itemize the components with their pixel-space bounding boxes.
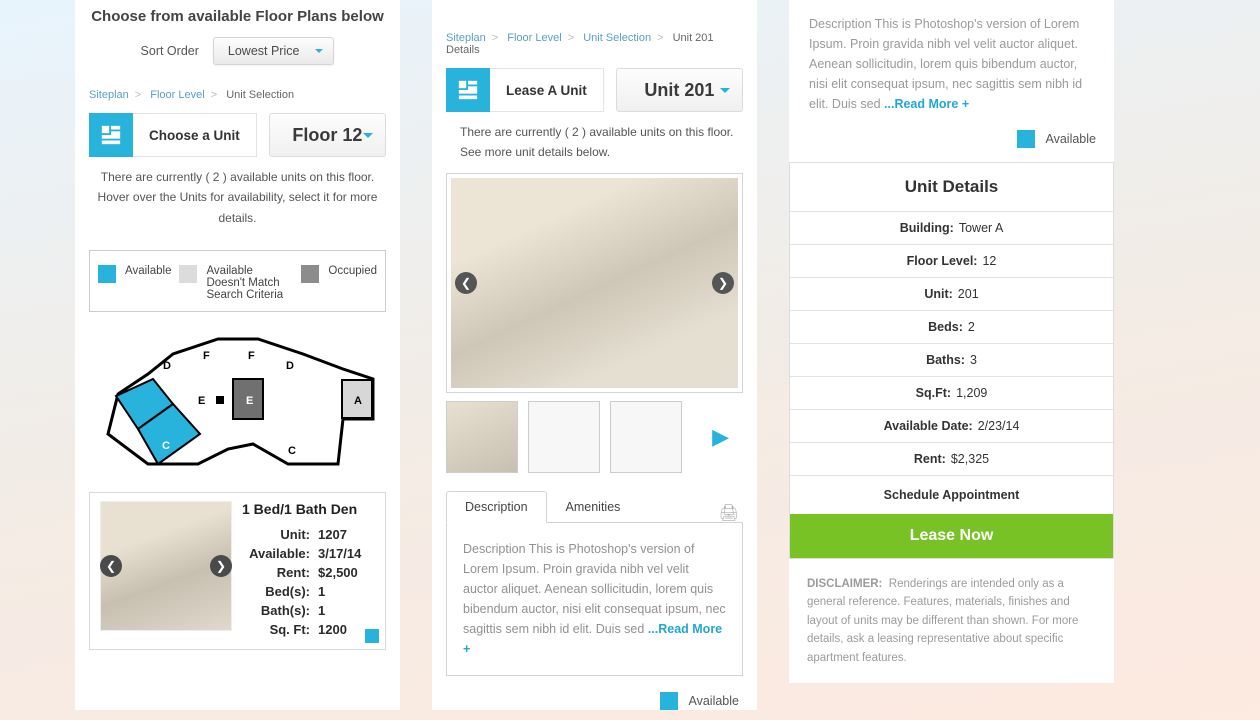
read-more-link[interactable]: ...Read More + (884, 97, 969, 111)
thumb-1[interactable] (446, 401, 518, 473)
floor-select[interactable]: Floor 12 (269, 113, 386, 157)
detail-beds: Beds:2 (790, 310, 1113, 343)
unit-note: There are currently ( 2 ) available unit… (432, 120, 757, 167)
svg-text:C: C (162, 440, 170, 452)
legend-nomatch-swatch (179, 265, 197, 283)
detail-baths: Baths:3 (790, 343, 1113, 376)
thumb-2[interactable] (528, 401, 600, 473)
tooltip-title: 1 Bed/1 Bath Den (242, 501, 375, 517)
crumb-floorlevel[interactable]: Floor Level (150, 89, 204, 101)
play-icon[interactable]: ▶ (712, 424, 743, 450)
unit-details-card: Unit Details Building:Tower A Floor Leve… (789, 162, 1114, 559)
lease-now-button[interactable]: Lease Now (790, 514, 1113, 558)
choose-unit-label: Choose a Unit (133, 113, 257, 157)
unit-tooltip: ❮ ❯ 1 Bed/1 Bath Den Unit:1207 Available… (89, 492, 386, 650)
tab-amenities[interactable]: Amenities (547, 491, 640, 523)
tooltip-available-badge (365, 629, 379, 643)
legend: Available Available Doesn't Match Search… (89, 250, 386, 312)
svg-text:E: E (198, 395, 205, 407)
unit-image (451, 178, 738, 388)
breadcrumb: Siteplan> Floor Level> Unit Selection> U… (432, 0, 757, 60)
tooltip-next[interactable]: ❯ (210, 555, 232, 577)
tab-description[interactable]: Description (446, 491, 547, 523)
available-swatch (1017, 130, 1035, 148)
floor-plan-panel: Choose from available Floor Plans below … (75, 0, 400, 710)
svg-text:C: C (288, 445, 296, 457)
crumb-siteplan[interactable]: Siteplan (446, 32, 486, 44)
unit-carousel: ❮ ❯ (446, 173, 743, 393)
detail-tabs: Description Amenities 🖨 (446, 491, 743, 523)
print-icon[interactable]: 🖨 (719, 503, 743, 523)
available-indicator: Available (450, 692, 739, 710)
available-indicator: Available (807, 130, 1096, 148)
availability-note: There are currently ( 2 ) available unit… (75, 165, 400, 232)
summary-description: Description This is Photoshop's version … (789, 0, 1114, 124)
lease-unit-label: Lease A Unit (490, 68, 604, 112)
tooltip-thumb: ❮ ❯ (100, 501, 232, 631)
svg-text:D: D (163, 360, 171, 372)
thumb-3[interactable] (610, 401, 682, 473)
svg-text:E: E (246, 395, 253, 407)
available-swatch (660, 692, 678, 710)
detail-sqft: Sq.Ft:1,209 (790, 376, 1113, 409)
floor-map[interactable]: D F F D E E A C C (88, 324, 388, 484)
tooltip-prev[interactable]: ❮ (100, 555, 122, 577)
grid-icon (446, 68, 490, 112)
svg-text:A: A (354, 395, 362, 407)
crumb-siteplan[interactable]: Siteplan (89, 89, 129, 101)
unit-summary-panel: Description This is Photoshop's version … (789, 0, 1114, 710)
description-content: Description This is Photoshop's version … (446, 522, 743, 676)
unit-detail-panel: Siteplan> Floor Level> Unit Selection> U… (432, 0, 757, 710)
detail-rent: Rent:$2,325 (790, 442, 1113, 475)
schedule-appointment-button[interactable]: Schedule Appointment (790, 475, 1113, 514)
detail-availdate: Available Date:2/23/14 (790, 409, 1113, 442)
legend-available-swatch (98, 265, 116, 283)
carousel-thumbs: ▶ (446, 401, 743, 473)
panel-title: Choose from available Floor Plans below (75, 0, 400, 31)
detail-unit: Unit:201 (790, 277, 1113, 310)
svg-text:F: F (248, 350, 255, 362)
crumb-current: Unit Selection (226, 89, 294, 101)
legend-occupied-swatch (301, 265, 319, 283)
sort-label: Sort Order (141, 44, 199, 58)
sort-select[interactable]: Lowest Price (213, 37, 335, 65)
unit-select[interactable]: Unit 201 (616, 68, 743, 112)
crumb-floorlevel[interactable]: Floor Level (507, 32, 561, 44)
carousel-prev[interactable]: ❮ (455, 272, 477, 294)
carousel-next[interactable]: ❯ (712, 272, 734, 294)
breadcrumb: Siteplan> Floor Level> Unit Selection (75, 79, 400, 105)
grid-icon (89, 113, 133, 157)
detail-building: Building:Tower A (790, 211, 1113, 244)
unit-details-title: Unit Details (790, 163, 1113, 211)
svg-text:F: F (203, 350, 210, 362)
crumb-unitselection[interactable]: Unit Selection (583, 32, 651, 44)
detail-floor: Floor Level:12 (790, 244, 1113, 277)
disclaimer: DISCLAIMER: Renderings are intended only… (789, 559, 1114, 683)
svg-text:D: D (286, 360, 294, 372)
